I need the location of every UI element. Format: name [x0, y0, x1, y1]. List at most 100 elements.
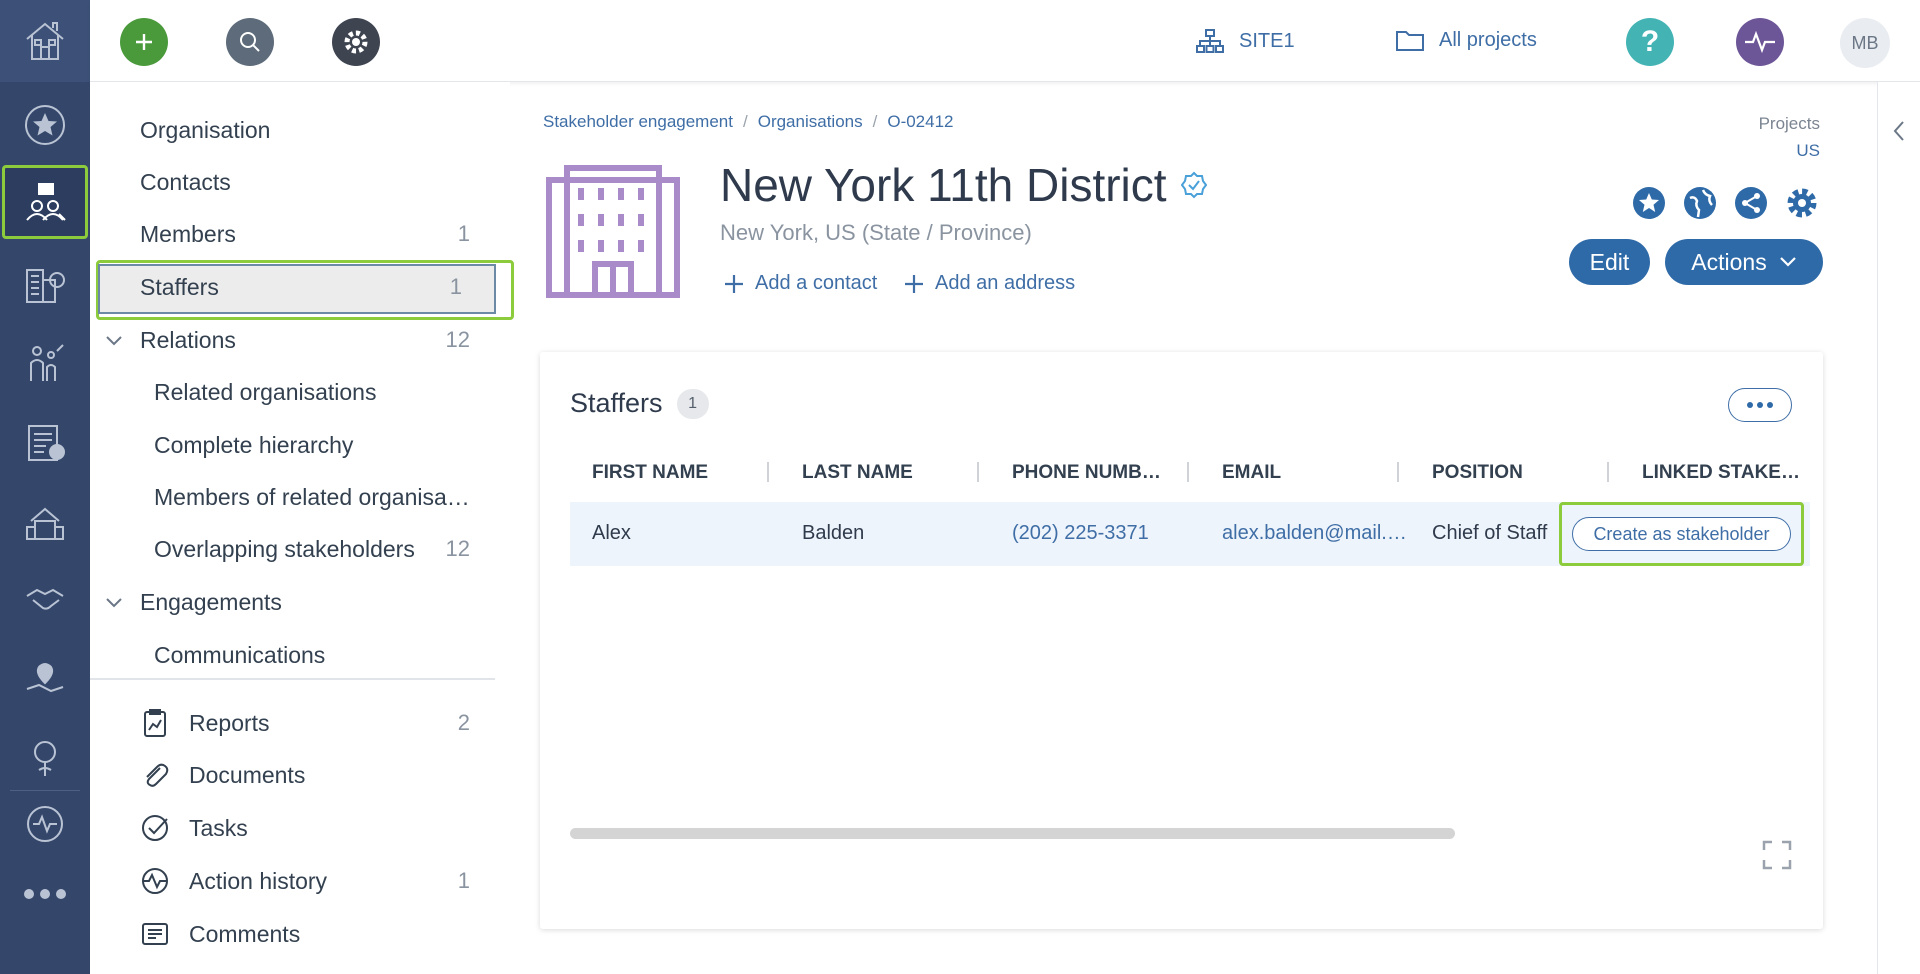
nav-item-contacts[interactable]: Contacts [90, 162, 470, 202]
page-title: New York 11th District [720, 158, 1207, 212]
nav-item-overlapping-stakeholders[interactable]: Overlapping stakeholders 12 [90, 529, 470, 569]
verified-icon [1180, 171, 1207, 199]
nav-item-comments[interactable]: Comments [90, 914, 470, 954]
tasks-board-icon[interactable] [0, 403, 90, 481]
add-address-link[interactable]: Add an address [903, 272, 1075, 295]
nav-item-members[interactable]: Members 1 [90, 214, 470, 254]
activity-icon[interactable] [0, 785, 90, 863]
organisation-building-icon [546, 165, 680, 298]
overlapping-count: 12 [445, 536, 470, 561]
cell-email-link[interactable]: alex.balden@mail.… [1222, 522, 1407, 545]
edit-button[interactable]: Edit [1569, 239, 1650, 285]
projects-label: Projects [1758, 114, 1820, 133]
gear-icon[interactable] [1785, 186, 1819, 220]
nav-label: Contacts [140, 168, 231, 195]
column-header-linked-stakeholder[interactable]: LINKED STAKE… [1642, 462, 1800, 484]
column-resizer[interactable] [1187, 462, 1189, 482]
question-icon: ? [1640, 25, 1660, 58]
cell-first-name: Alex [592, 522, 631, 544]
nav-item-action-history[interactable]: Action history 1 [90, 861, 470, 901]
actions-dropdown-button[interactable]: Actions [1665, 239, 1823, 285]
horizontal-scrollbar[interactable] [570, 828, 1455, 839]
home-icon[interactable] [0, 0, 90, 82]
cell-last-name: Balden [802, 522, 865, 544]
breadcrumb-item-stakeholder-engagement[interactable]: Stakeholder engagement [543, 112, 733, 132]
projects-selector[interactable]: All projects [1395, 28, 1537, 52]
more-options-button[interactable] [1728, 388, 1792, 422]
favorite-star-icon[interactable] [1632, 186, 1666, 220]
column-resizer[interactable] [977, 462, 979, 482]
activity-button[interactable] [1736, 18, 1784, 66]
plus-icon [136, 34, 152, 50]
nav-item-engagements[interactable]: Engagements [90, 582, 470, 622]
breadcrumb-separator: / [742, 112, 748, 131]
add-contact-link[interactable]: Add a contact [723, 272, 877, 295]
column-header-email[interactable]: EMAIL [1222, 462, 1281, 484]
nav-item-organisation[interactable]: Organisation [90, 110, 470, 150]
expand-icon[interactable] [1762, 840, 1792, 870]
nav-item-members-related[interactable]: Members of related organisa… [90, 477, 470, 517]
nav-label: Relations [140, 326, 236, 353]
action-history-count: 1 [457, 868, 470, 893]
share-icon[interactable] [1734, 186, 1768, 220]
nav-item-related-organisations[interactable]: Related organisations [90, 372, 470, 412]
breadcrumb-item-organisations[interactable]: Organisations [758, 112, 863, 132]
column-resizer[interactable] [1607, 462, 1609, 482]
dot-icon [1757, 402, 1763, 408]
nav-item-complete-hierarchy[interactable]: Complete hierarchy [90, 425, 470, 465]
nav-item-reports[interactable]: Reports 2 [90, 703, 470, 743]
nav-label: Staffers [140, 273, 219, 300]
nav-label: Documents [189, 761, 306, 788]
stakeholder-engagement-icon[interactable] [2, 165, 88, 239]
nav-label: Members of related organisa… [154, 483, 470, 510]
column-header-first-name[interactable]: FIRST NAME [592, 462, 708, 484]
nav-label: Tasks [189, 814, 248, 841]
column-header-phone[interactable]: PHONE NUMB… [1012, 462, 1161, 484]
settings-button[interactable] [332, 18, 380, 66]
avatar[interactable]: MB [1840, 18, 1890, 68]
column-resizer[interactable] [1397, 462, 1399, 482]
community-icon[interactable] [0, 482, 90, 560]
more-icon[interactable] [0, 855, 90, 933]
search-button[interactable] [226, 18, 274, 66]
check-circle-icon [142, 815, 168, 841]
breadcrumb-item-id[interactable]: O-02412 [887, 112, 953, 132]
nav-item-tasks[interactable]: Tasks [90, 808, 470, 848]
map-pin-icon[interactable] [0, 640, 90, 718]
right-panel [1877, 82, 1920, 974]
nav-item-communications[interactable]: Communications [90, 635, 470, 675]
column-header-position[interactable]: POSITION [1432, 462, 1523, 484]
nav-item-staffers-row[interactable]: Staffers 1 [90, 267, 470, 307]
site-selector[interactable]: SITE1 [1195, 28, 1295, 54]
globe-icon[interactable] [1683, 186, 1717, 220]
paperclip-icon [146, 763, 169, 787]
nav-label: Overlapping stakeholders [154, 535, 415, 562]
handshake-icon[interactable] [0, 561, 90, 639]
add-button[interactable] [120, 18, 168, 66]
buildings-icon[interactable] [0, 245, 90, 323]
plus-icon [725, 274, 743, 293]
create-as-stakeholder-button[interactable]: Create as stakeholder [1572, 517, 1791, 551]
nav-label: Engagements [140, 588, 282, 615]
side-nav: Organisation Contacts Members 1 Staffers… [90, 82, 514, 974]
chevron-down-icon [1779, 257, 1796, 267]
nav-label: Members [140, 220, 236, 247]
chevron-left-icon[interactable] [1892, 120, 1906, 142]
favorites-icon[interactable] [0, 86, 90, 164]
column-resizer[interactable] [767, 462, 769, 482]
nav-label: Action history [189, 867, 328, 894]
cell-phone-link[interactable]: (202) 225-3371 [1012, 522, 1149, 545]
organisation-name: New York 11th District [720, 159, 1167, 211]
gear-icon [344, 30, 368, 54]
help-button[interactable]: ? [1626, 18, 1674, 66]
nav-label: Complete hierarchy [154, 431, 354, 458]
breadcrumb: Stakeholder engagement / Organisations /… [543, 112, 954, 132]
search-icon [240, 32, 260, 52]
people-icon[interactable] [0, 324, 90, 402]
nav-item-documents[interactable]: Documents [90, 755, 470, 795]
nav-item-relations[interactable]: Relations 12 [90, 320, 470, 360]
header-actions [1632, 186, 1819, 220]
column-header-last-name[interactable]: LAST NAME [802, 462, 913, 484]
projects-value[interactable]: US [1796, 141, 1820, 161]
cell-position: Chief of Staff [1432, 522, 1548, 544]
